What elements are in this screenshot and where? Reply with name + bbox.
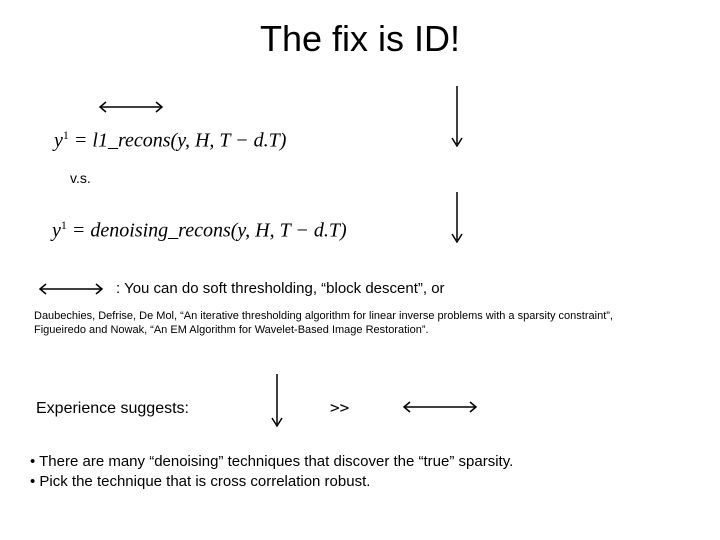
slide-title: The fix is ID! bbox=[0, 18, 720, 60]
down-arrow-icon bbox=[450, 188, 464, 248]
ref-line-2: Figueiredo and Nowak, “An EM Algorithm f… bbox=[34, 324, 694, 338]
bullet-2: • Pick the technique that is cross corre… bbox=[30, 472, 690, 492]
bullet-list: • There are many “denoising” techniques … bbox=[30, 452, 690, 493]
soft-threshold-line: : You can do soft thresholding, “block d… bbox=[116, 280, 445, 297]
experience-label: Experience suggests: bbox=[36, 400, 189, 418]
vs-label: v.s. bbox=[70, 170, 91, 186]
slide: The fix is ID! y1 = l1_recons(y, H, T − … bbox=[0, 0, 720, 540]
down-arrow-icon bbox=[270, 370, 284, 432]
ref-line-1: Daubechies, Defrise, De Mol, “An iterati… bbox=[34, 310, 694, 324]
equation-1: y1 = l1_recons(y, H, T − d.T) bbox=[54, 128, 286, 153]
double-arrow-icon bbox=[400, 400, 480, 414]
bullet-1: • There are many “denoising” techniques … bbox=[30, 452, 690, 472]
down-arrow-icon bbox=[450, 82, 464, 152]
references: Daubechies, Defrise, De Mol, “An iterati… bbox=[34, 310, 694, 338]
double-arrow-icon bbox=[36, 282, 106, 296]
equation-2: y1 = denoising_recons(y, H, T − d.T) bbox=[52, 218, 347, 243]
greater-than: >> bbox=[330, 398, 349, 417]
double-arrow-icon bbox=[96, 100, 166, 114]
